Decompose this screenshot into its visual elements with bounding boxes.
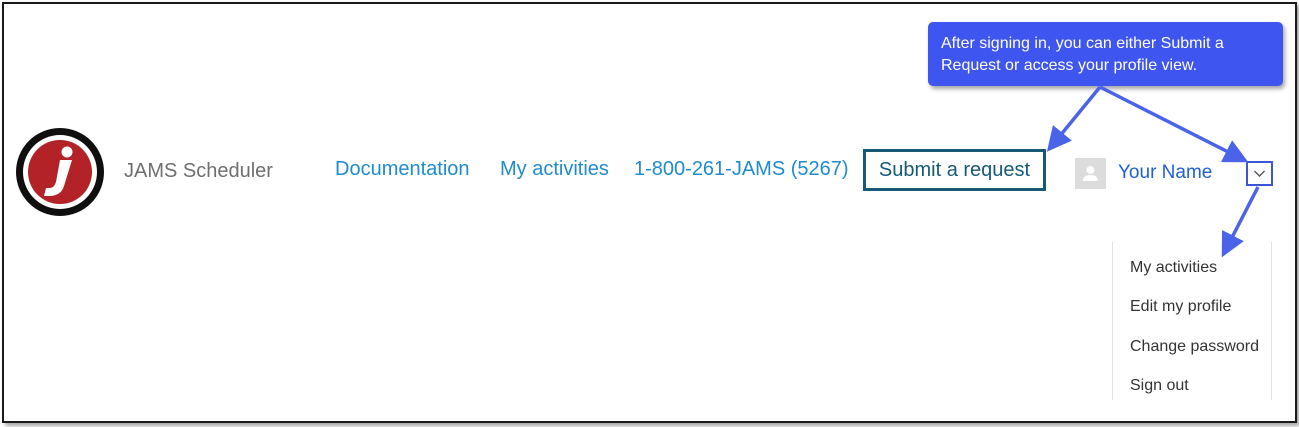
nav-link-phone[interactable]: 1-800-261-JAMS (5267)	[634, 158, 849, 181]
brand-name: JAMS Scheduler	[124, 160, 273, 182]
menu-item-sign-out[interactable]: Sign out	[1130, 377, 1189, 395]
user-name[interactable]: Your Name	[1118, 162, 1212, 184]
annotation-callout: After signing in, you can either Submit …	[928, 22, 1283, 86]
menu-item-my-activities[interactable]: My activities	[1130, 259, 1217, 277]
user-menu-toggle[interactable]	[1246, 161, 1273, 186]
jams-logo-icon[interactable]	[14, 126, 106, 218]
menu-item-edit-profile[interactable]: Edit my profile	[1130, 298, 1231, 316]
chevron-down-icon	[1254, 170, 1265, 177]
submit-request-button[interactable]: Submit a request	[863, 149, 1046, 191]
submit-request-label: Submit a request	[878, 158, 1031, 181]
nav-link-my-activities[interactable]: My activities	[500, 158, 609, 181]
user-dropdown-menu: My activities Edit my profile Change pas…	[1112, 242, 1272, 400]
menu-item-change-password[interactable]: Change password	[1130, 338, 1259, 356]
nav-link-documentation[interactable]: Documentation	[335, 158, 470, 181]
callout-text: After signing in, you can either Submit …	[941, 35, 1224, 74]
user-avatar-icon	[1083, 166, 1098, 181]
user-avatar[interactable]	[1075, 158, 1106, 189]
